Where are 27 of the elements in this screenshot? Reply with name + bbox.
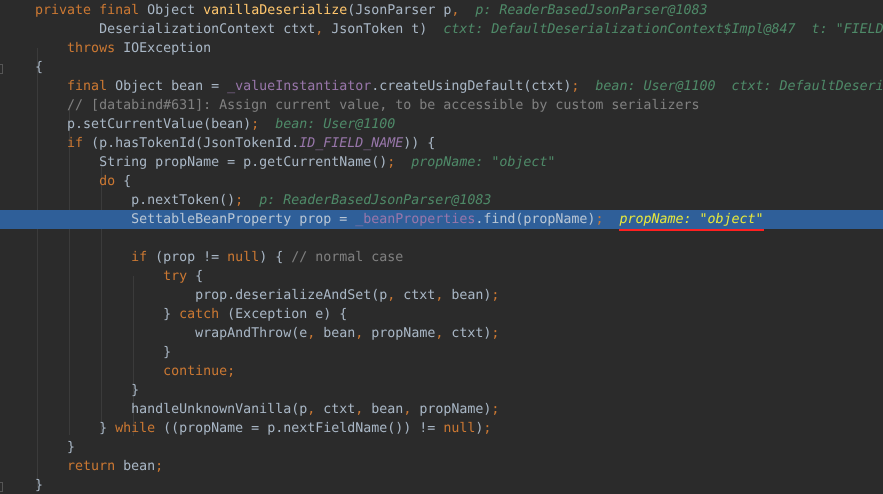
code-line: if (p.hasTokenId(JsonTokenId.ID_FIELD_NAME)) {: [66, 135, 436, 153]
code-line: } while ((propName = p.nextFieldName()) != null);: [98, 420, 492, 438]
code-line: } catch (Exception e) {: [162, 306, 348, 324]
code-line: do {: [98, 173, 132, 191]
code-line: prop.deserializeAndSet(p, ctxt, bean);: [194, 287, 500, 305]
code-line: p.nextToken(); p: ReaderBasedJsonParser@1083: [130, 192, 492, 210]
code-line: }: [162, 344, 172, 362]
code-line: if (prop != null) { // normal case: [130, 249, 404, 267]
code-line: try {: [162, 268, 204, 286]
code-line: }: [34, 477, 44, 494]
code-line: return bean;: [66, 458, 164, 476]
code-line: p.setCurrentValue(bean); bean: User@1100: [66, 116, 396, 134]
code-line: String propName = p.getCurrentName(); propName: "object": [98, 154, 556, 172]
code-line: }: [130, 382, 140, 400]
fold-marker-icon[interactable]: [0, 64, 3, 74]
code-line: {: [34, 59, 44, 77]
fold-marker-icon[interactable]: [0, 482, 3, 492]
code-line: private final Object vanillaDeserialize(JsonParser p, p: ReaderBasedJsonParser@1083: [34, 2, 708, 20]
code-line: SettableBeanProperty prop = _beanProperties.find(propName); propName: "object": [3, 210, 764, 229]
code-line: final Object bean = _valueInstantiator.createUsingDefault(ctxt); bean: User@1100 ctxt: DefaultDeseri: [66, 78, 883, 96]
code-line: handleUnknownVanilla(p, ctxt, bean, propName);: [130, 401, 500, 419]
code-line: continue;: [162, 363, 236, 381]
code-line: }: [66, 439, 76, 457]
code-line: // [databind#631]: Assign current value, to be accessible by custom serializers: [66, 97, 700, 115]
code-line: throws IOException: [66, 40, 212, 58]
code-line: DeserializationContext ctxt, JsonToken t) ctxt: DefaultDeserializationContext$Impl@847 t: "FIELD: [98, 21, 883, 39]
code-line: wrapAndThrow(e, bean, propName, ctxt);: [194, 325, 500, 343]
